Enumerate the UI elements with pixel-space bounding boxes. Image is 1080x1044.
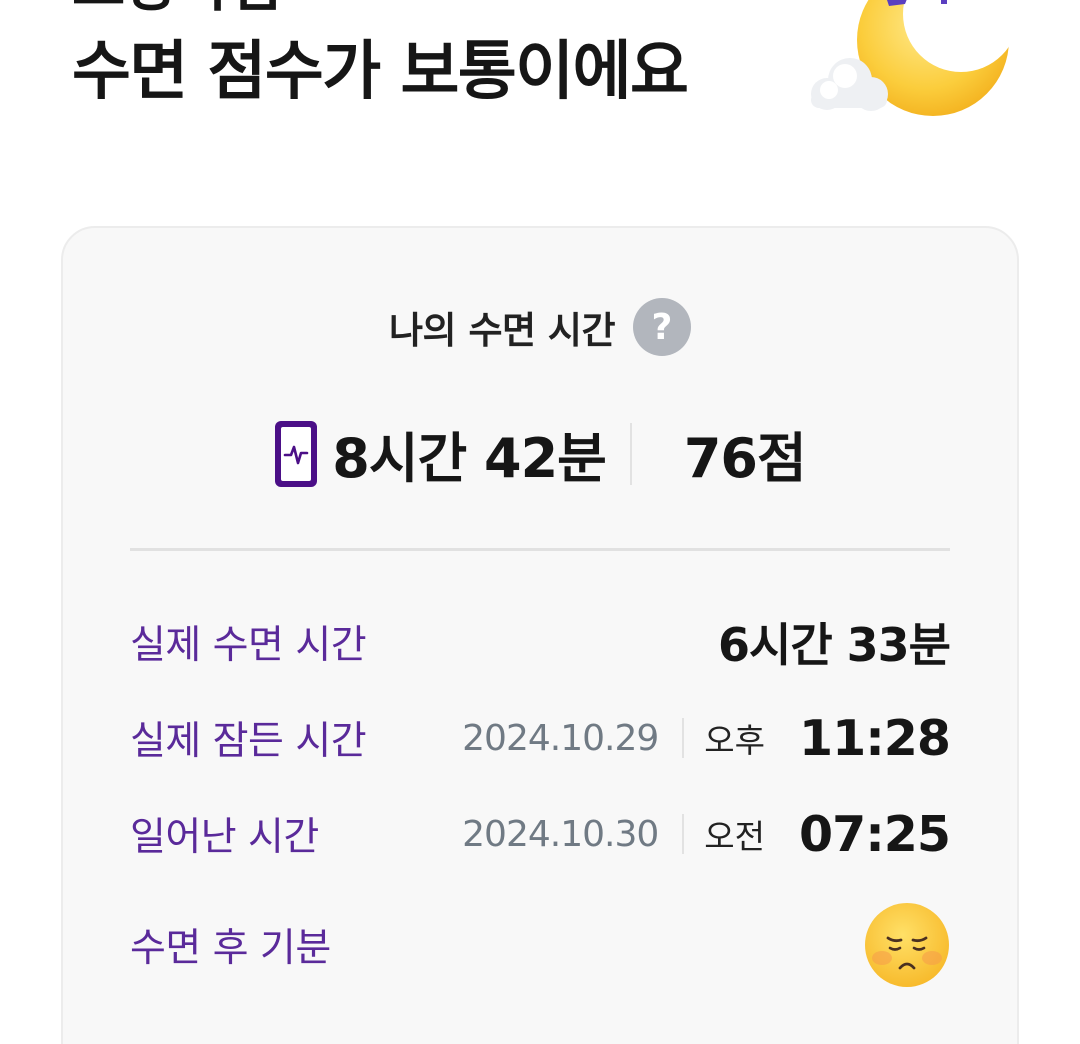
fell-asleep-time-row: 실제 잠든 시간 2024.10.29 오후 11:28 <box>130 708 951 768</box>
fell-asleep-clock: 11:28 <box>799 709 951 767</box>
mood-after-sleep-value-group <box>864 902 950 988</box>
fell-asleep-divider <box>682 718 685 758</box>
wake-up-clock: 07:25 <box>799 805 951 863</box>
actual-sleep-time-value-group: 6시간 33분 <box>718 609 951 675</box>
sleep-summary-row: 8시간 42분 76점 <box>63 414 1017 493</box>
moon-cloud-illustration <box>811 0 1009 116</box>
wake-up-date: 2024.10.30 <box>462 813 659 855</box>
fell-asleep-date: 2024.10.29 <box>462 717 659 759</box>
mood-after-sleep-label: 수면 후 기분 <box>130 926 331 971</box>
sleep-summary-card: 나의 수면 시간 ? 8시간 42분 76점 실제 수면 시간 6시간 33분 … <box>61 226 1019 1044</box>
headline-line-1: 고양파입 <box>72 0 282 14</box>
question-circle-icon[interactable]: ? <box>633 298 691 356</box>
wake-up-divider <box>682 814 685 854</box>
wake-up-time-value-group: 2024.10.30 오전 07:25 <box>462 805 951 863</box>
page-title: 수면 점수가 보통이에요 <box>72 35 689 109</box>
phone-heartbeat-icon <box>275 420 318 487</box>
actual-sleep-time-label: 실제 수면 시간 <box>130 623 367 668</box>
tired-face-emoji-icon <box>865 903 949 987</box>
card-divider <box>130 548 950 551</box>
help-glyph: ? <box>651 306 673 348</box>
sleep-score: 76점 <box>683 427 807 490</box>
wake-up-ampm: 오전 <box>704 817 766 856</box>
card-title: 나의 수면 시간 <box>388 309 616 352</box>
actual-sleep-time-value: 6시간 33분 <box>718 618 951 672</box>
total-sleep-time: 8시간 42분 <box>332 427 607 490</box>
fell-asleep-time-value-group: 2024.10.29 오후 11:28 <box>462 709 951 767</box>
card-title-row: 나의 수면 시간 ? <box>63 298 1017 356</box>
actual-sleep-time-row: 실제 수면 시간 6시간 33분 <box>130 609 951 675</box>
fell-asleep-ampm: 오후 <box>704 721 766 760</box>
mood-after-sleep-row: 수면 후 기분 <box>130 902 950 988</box>
fell-asleep-time-label: 실제 잠든 시간 <box>130 719 367 764</box>
summary-divider <box>629 422 632 485</box>
wake-up-time-label: 일어난 시간 <box>130 815 319 860</box>
wake-up-time-row: 일어난 시간 2024.10.30 오전 07:25 <box>130 804 951 864</box>
